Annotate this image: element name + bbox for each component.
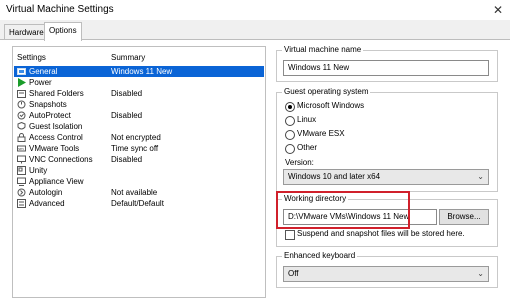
settings-row-vmware-tools[interactable]: vm VMware Tools Time sync off: [14, 143, 264, 154]
settings-row-vnc-connections[interactable]: VNC Connections Disabled: [14, 154, 264, 165]
advanced-icon: [17, 199, 26, 208]
settings-row-summary: Not encrypted: [111, 133, 161, 142]
tab-strip: Hardware Options: [0, 20, 510, 41]
snapshots-icon: [17, 100, 26, 109]
settings-row-label: Unity: [29, 166, 48, 175]
vm-name-group: Virtual machine name Windows 11 New: [276, 45, 498, 82]
radio-label-microsoft-windows: Microsoft Windows: [297, 101, 365, 110]
settings-row-general[interactable]: General Windows 11 New: [14, 66, 264, 77]
radio-label-linux: Linux: [297, 115, 317, 124]
settings-row-summary: Disabled: [111, 155, 143, 164]
vnc-icon: [17, 155, 26, 164]
radio-vmware-esx[interactable]: [285, 130, 295, 140]
radio-other[interactable]: [285, 144, 295, 154]
settings-row-summary: Not available: [111, 188, 158, 197]
power-icon: [17, 78, 26, 87]
guest-isolation-icon: [17, 121, 26, 131]
settings-row-summary: Default/Default: [111, 199, 164, 208]
settings-row-access-control[interactable]: Access Control Not encrypted: [14, 132, 264, 143]
settings-row-label: VMware Tools: [29, 144, 80, 153]
guest-os-group-title: Guest operating system: [282, 87, 371, 96]
chevron-down-icon: ⌄: [477, 269, 484, 278]
settings-row-label: Access Control: [29, 133, 83, 142]
suspend-snapshot-checkbox: [285, 230, 295, 240]
settings-row-power[interactable]: Power: [14, 77, 264, 88]
version-dropdown-value: Windows 10 and later x64: [288, 172, 381, 181]
settings-row-autoprotect[interactable]: AutoProtect Disabled: [14, 110, 264, 121]
version-label: Version:: [285, 158, 314, 167]
column-header-summary[interactable]: Summary: [111, 53, 145, 62]
vm-name-group-title: Virtual machine name: [282, 45, 364, 54]
settings-row-autologin[interactable]: Autologin Not available: [14, 187, 264, 198]
radio-microsoft-windows[interactable]: [285, 102, 295, 112]
chevron-down-icon: ⌄: [477, 172, 484, 181]
settings-row-advanced[interactable]: Advanced Default/Default: [14, 198, 264, 209]
enhanced-keyboard-dropdown[interactable]: Off ⌄: [283, 266, 489, 282]
settings-row-label: VNC Connections: [29, 155, 93, 164]
settings-row-summary: Disabled: [111, 89, 143, 98]
window-title-bar: Virtual Machine Settings ✕: [0, 0, 510, 20]
radio-label-vmware-esx: VMware ESX: [297, 129, 345, 138]
enhanced-keyboard-group: Enhanced keyboard Off ⌄: [276, 251, 498, 288]
unity-icon: [17, 166, 26, 175]
settings-row-label: Shared Folders: [29, 89, 84, 98]
autologin-icon: [17, 188, 26, 197]
vm-name-input[interactable]: Windows 11 New: [283, 60, 489, 76]
guest-os-group: Guest operating system Microsoft Windows…: [276, 87, 498, 192]
settings-row-label: Snapshots: [29, 100, 67, 109]
settings-row-label: Guest Isolation: [29, 122, 83, 131]
browse-button[interactable]: Browse...: [439, 209, 489, 225]
window-title: Virtual Machine Settings: [6, 4, 114, 15]
enhanced-keyboard-value: Off: [288, 269, 299, 278]
settings-row-guest-isolation[interactable]: Guest Isolation: [14, 121, 264, 132]
close-icon[interactable]: ✕: [490, 2, 506, 18]
radio-label-other: Other: [297, 143, 318, 152]
settings-row-summary: Time sync off: [111, 144, 159, 153]
settings-row-label: Power: [29, 78, 52, 87]
access-control-icon: [17, 133, 26, 142]
autoprotect-icon: [17, 111, 26, 120]
vmware-tools-icon: vm: [17, 144, 26, 153]
settings-row-label: Advanced: [29, 199, 65, 208]
appliance-view-icon: [17, 177, 26, 186]
working-directory-note: Suspend and snapshot files will be store…: [297, 229, 465, 238]
settings-list[interactable]: Settings Summary General Windows 11 New …: [12, 46, 266, 298]
settings-row-appliance-view[interactable]: Appliance View: [14, 176, 264, 187]
shared-folders-icon: [17, 89, 26, 98]
radio-linux[interactable]: [285, 116, 295, 126]
settings-row-label: Autologin: [29, 188, 63, 197]
settings-row-shared-folders[interactable]: Shared Folders Disabled: [14, 88, 264, 99]
column-header-settings[interactable]: Settings: [17, 53, 46, 62]
settings-row-label: Appliance View: [29, 177, 84, 186]
enhanced-keyboard-title: Enhanced keyboard: [282, 251, 358, 260]
tab-options[interactable]: Options: [44, 22, 82, 41]
settings-row-summary: Windows 11 New: [111, 67, 173, 76]
settings-row-label: General: [29, 67, 58, 76]
general-icon: [17, 67, 26, 76]
highlight-box: [276, 191, 410, 229]
version-dropdown[interactable]: Windows 10 and later x64 ⌄: [283, 169, 489, 185]
settings-row-summary: Disabled: [111, 111, 143, 120]
svg-text:vm: vm: [18, 146, 24, 151]
settings-row-unity[interactable]: Unity: [14, 165, 264, 176]
settings-row-label: AutoProtect: [29, 111, 71, 120]
settings-row-snapshots[interactable]: Snapshots: [14, 99, 264, 110]
